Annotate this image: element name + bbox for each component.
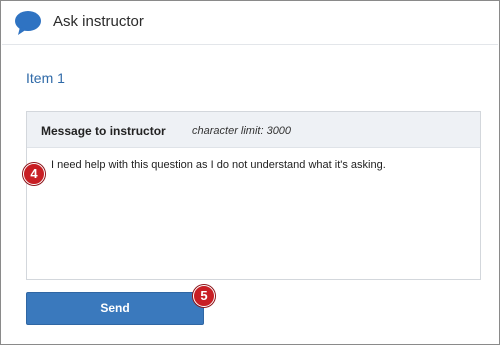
speech-bubble-icon bbox=[15, 11, 41, 35]
character-limit-text: character limit: 3000 bbox=[192, 125, 292, 137]
message-panel: Message to instructor character limit: 3… bbox=[26, 111, 481, 280]
dialog-title: Ask instructor bbox=[53, 13, 144, 30]
step-callout-5: 5 bbox=[193, 285, 215, 307]
message-label: Message to instructor bbox=[41, 124, 166, 138]
dialog-frame: Ask instructor Item 1 Message to instruc… bbox=[0, 0, 500, 345]
item-title: Item 1 bbox=[26, 70, 65, 86]
step-callout-4: 4 bbox=[23, 163, 45, 185]
message-textarea[interactable]: I need help with this question as I do n… bbox=[51, 159, 470, 171]
message-panel-header: Message to instructor character limit: 3… bbox=[27, 112, 480, 148]
send-button[interactable]: Send bbox=[26, 292, 204, 325]
dialog-header: Ask instructor bbox=[2, 2, 498, 45]
